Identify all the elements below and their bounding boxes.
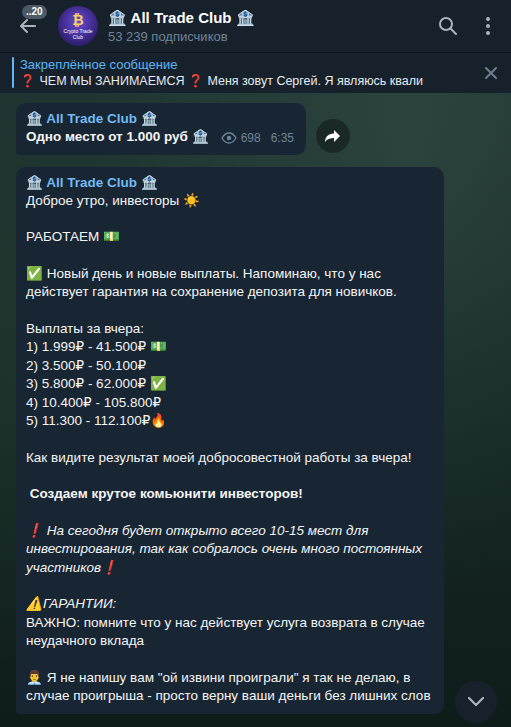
message-bubble: 🏦 All Trade Club 🏦Доброе утро, инвесторы… [16,167,444,714]
pinned-accent-line [12,57,14,88]
text-line: РАБОТАЕМ 💵 [26,228,432,247]
message-content: Одно место от 1.000 руб 🏦 698 6:35 [26,128,294,147]
text-paragraph: ❗ На сегодня будет открыто всего 10-15 м… [26,522,432,578]
channel-header: ..20 ₿Crypto Trade Club 🏦 All Trade Club 🏦… [0,0,511,52]
pinned-message-bar[interactable]: Закреплённое сообщение❓ ЧЕМ МЫ ЗАНИМАЕМС… [0,52,511,93]
message-author[interactable]: 🏦 All Trade Club 🏦 [26,173,432,192]
avatar-caption: Crypto Trade Club [63,28,93,40]
channel-titles[interactable]: 🏦 All Trade Club 🏦 53 239 подписчиков [108,9,427,44]
forward-button[interactable] [316,119,350,153]
text-line: Одно место от 1.000 руб 🏦 [26,128,209,147]
text-line: Доброе утро, инвесторы ☀️ [26,192,432,211]
text-paragraph: Доброе утро, инвесторы ☀️ [26,192,432,211]
message-row: 🏦 All Trade Club 🏦Одно место от 1.000 ру… [16,103,511,155]
message-time: 6:35 [271,129,294,147]
text-line: 4) 10.400₽ - 105.800₽ [26,394,432,413]
text-line: 1) 1.999₽ - 41.500₽ 💵 [26,338,432,357]
text-line: 2) 3.500₽ - 50.100₽ [26,357,432,376]
text-paragraph: Создаем крутое комьюнити инвесторов! [26,485,432,504]
text-paragraph: ⚠️ГАРАНТИИ:ВАЖНО: помните что у нас дейс… [26,595,432,651]
back-button[interactable]: ..20 [8,4,48,48]
text-line: 👨‍💼 Я не напишу вам "ой извини проиграли… [26,669,432,706]
chevron-down-icon [467,696,485,708]
text-line: ВАЖНО: помните что у нас действует услуг… [26,614,432,651]
text-paragraph: Выплаты за вчера:1) 1.999₽ - 41.500₽ 💵2)… [26,320,432,431]
text-paragraph: Одно место от 1.000 руб 🏦 [26,128,209,147]
search-icon[interactable] [437,15,459,37]
text-line: 5) 11.300 - 112.100₽🔥 [26,412,432,431]
subscriber-count: 53 239 подписчиков [108,29,427,44]
message-content: Доброе утро, инвесторы ☀️ РАБОТАЕМ 💵 ✅ Нов… [26,192,432,706]
message-row: 🏦 All Trade Club 🏦Доброе утро, инвесторы… [16,167,511,714]
text-line: ⚠️ГАРАНТИИ: [26,595,432,614]
text-line: Создаем крутое комьюнити инвесторов! [26,485,432,504]
text-line: Как видите результат моей добросовестной… [26,449,432,468]
text-line: ❗ На сегодня будет открыто всего 10-15 м… [26,522,432,578]
text-paragraph: 👨‍💼 Я не напишу вам "ой извини проиграли… [26,669,432,706]
message-author[interactable]: 🏦 All Trade Club 🏦 [26,109,294,128]
back-arrow-icon[interactable] [18,16,38,36]
pinned-text: ❓ ЧЕМ МЫ ЗАНИМАЕМСЯ ❓ Меня зовут Сергей.… [20,73,473,88]
view-count: 698 [241,129,261,147]
views-eye-icon [221,132,237,144]
avatar-coin: ₿ [72,13,83,28]
text-paragraph: РАБОТАЕМ 💵 [26,228,432,247]
more-menu-icon[interactable] [477,15,499,37]
unread-badge: ..20 [22,5,47,19]
text-line: ✅ Новый день и новые выплаты. Напоминаю,… [26,265,432,302]
scroll-down-button[interactable] [455,681,497,723]
message-text: Одно место от 1.000 руб 🏦 [26,128,209,147]
text-paragraph: ✅ Новый день и новые выплаты. Напоминаю,… [26,265,432,302]
channel-avatar[interactable]: ₿Crypto Trade Club [58,6,98,46]
pinned-content: Закреплённое сообщение❓ ЧЕМ МЫ ЗАНИМАЕМС… [20,57,473,88]
pinned-label: Закреплённое сообщение [20,57,473,72]
text-paragraph: Как видите результат моей добросовестной… [26,449,432,468]
text-line: Выплаты за вчера: [26,320,432,339]
message-text: Доброе утро, инвесторы ☀️ РАБОТАЕМ 💵 ✅ Нов… [26,192,432,706]
text-line: 3) 5.800₽ - 62.000₽ ✅ [26,375,432,394]
message-bubble: 🏦 All Trade Club 🏦Одно место от 1.000 ру… [16,103,306,155]
message-meta: 698 6:35 [221,129,294,147]
chat-area: 🏦 All Trade Club 🏦Одно место от 1.000 ру… [0,93,511,727]
close-icon[interactable] [483,65,499,81]
channel-title: 🏦 All Trade Club 🏦 [108,9,427,27]
telegram-channel-window: ..20 ₿Crypto Trade Club 🏦 All Trade Club 🏦… [0,0,511,727]
forward-arrow-icon [324,128,342,144]
header-actions [437,15,499,37]
